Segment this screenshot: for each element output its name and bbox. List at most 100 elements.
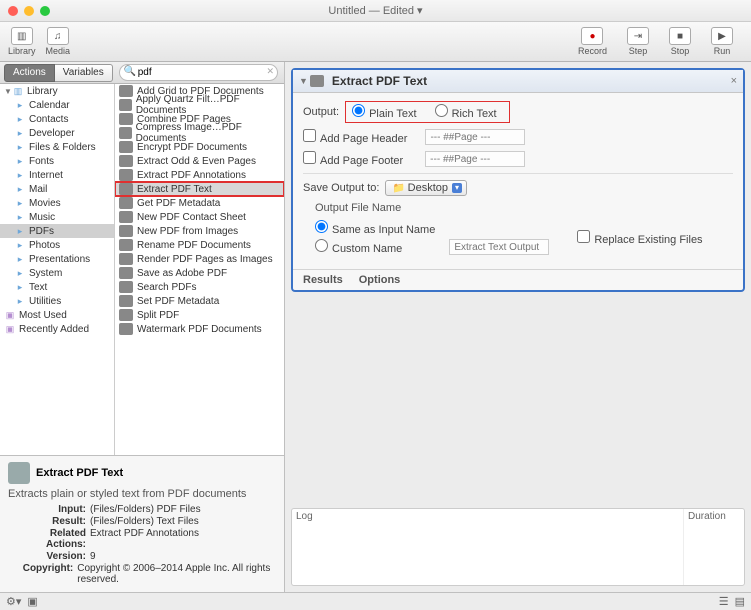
same-name-radio[interactable]: Same as Input Name (315, 220, 435, 236)
sidebar-item-utilities[interactable]: ▸Utilities (0, 294, 114, 308)
sidebar-item-movies[interactable]: ▸Movies (0, 196, 114, 210)
action-icon (119, 225, 133, 237)
clear-search-icon[interactable]: ✕ (266, 66, 274, 77)
header-text-input[interactable] (425, 129, 525, 145)
actions-list[interactable]: Add Grid to PDF DocumentsApply Quartz Fi… (115, 84, 284, 455)
add-footer-checkbox[interactable]: Add Page Footer (303, 151, 403, 167)
sidebar-item-mail[interactable]: ▸Mail (0, 182, 114, 196)
output-label: Output: (303, 106, 339, 118)
action-item[interactable]: Get PDF Metadata (115, 196, 284, 210)
info-meta-key: Version: (8, 551, 86, 562)
duration-column-header: Duration (684, 509, 744, 585)
action-item[interactable]: Save as Adobe PDF (115, 266, 284, 280)
view-toggle-icon[interactable]: ▣ (27, 595, 37, 608)
options-tab[interactable]: Options (359, 274, 401, 286)
action-icon (119, 99, 132, 111)
action-item[interactable]: Rename PDF Documents (115, 238, 284, 252)
sidebar-item-contacts[interactable]: ▸Contacts (0, 112, 114, 126)
action-item[interactable]: Split PDF (115, 308, 284, 322)
action-info-title: Extract PDF Text (36, 467, 123, 479)
info-meta-key: Input: (8, 504, 86, 515)
sidebar-item-developer[interactable]: ▸Developer (0, 126, 114, 140)
card-title: Extract PDF Text (332, 74, 427, 88)
sidebar-library-root[interactable]: ▼▥Library (0, 84, 114, 98)
action-icon (119, 253, 133, 265)
titlebar: Untitled — Edited ▾ (0, 0, 751, 22)
action-icon (119, 239, 133, 251)
search-field[interactable]: 🔍 ✕ (119, 64, 278, 81)
action-item[interactable]: Watermark PDF Documents (115, 322, 284, 336)
sidebar-item-internet[interactable]: ▸Internet (0, 168, 114, 182)
replace-existing-checkbox[interactable]: Replace Existing Files (577, 230, 702, 246)
sidebar-item-system[interactable]: ▸System (0, 266, 114, 280)
action-icon (119, 141, 133, 153)
action-item[interactable]: Compress Image…PDF Documents (115, 126, 284, 140)
custom-name-radio[interactable]: Custom Name (315, 239, 435, 255)
action-icon (119, 295, 133, 307)
sidebar-item-fonts[interactable]: ▸Fonts (0, 154, 114, 168)
output-highlight: Plain Text Rich Text (345, 101, 510, 123)
list-view-icon[interactable]: ☰ (719, 595, 729, 608)
action-item[interactable]: Search PDFs (115, 280, 284, 294)
info-meta-key: Related Actions: (8, 528, 86, 550)
sidebar-item-most-used[interactable]: ▣Most Used (0, 308, 114, 322)
sidebar-item-text[interactable]: ▸Text (0, 280, 114, 294)
gear-menu-icon[interactable]: ⚙▾ (6, 595, 21, 608)
library-button[interactable]: ▥ Library (8, 27, 36, 56)
search-input[interactable] (119, 64, 278, 81)
disclosure-icon[interactable]: ▼ (299, 76, 308, 86)
tab-actions[interactable]: Actions (4, 64, 55, 82)
action-item[interactable]: Render PDF Pages as Images (115, 252, 284, 266)
action-item[interactable]: Extract PDF Text (115, 182, 284, 196)
add-header-checkbox[interactable]: Add Page Header (303, 129, 407, 145)
library-sidebar[interactable]: ▼▥Library▸Calendar▸Contacts▸Developer▸Fi… (0, 84, 115, 455)
action-item[interactable]: Set PDF Metadata (115, 294, 284, 308)
output-rich-radio[interactable]: Rich Text (435, 104, 497, 120)
action-icon (119, 127, 132, 139)
custom-name-input[interactable] (449, 239, 549, 255)
sidebar-item-pdfs[interactable]: ▸PDFs (0, 224, 114, 238)
log-table[interactable]: Log Duration (291, 508, 745, 586)
statusbar: ⚙▾ ▣ ☰ ▤ (0, 592, 751, 610)
action-info-icon (8, 462, 30, 484)
output-filename-label: Output File Name (315, 202, 401, 214)
results-tab[interactable]: Results (303, 274, 343, 286)
output-plain-radio[interactable]: Plain Text (352, 104, 417, 120)
search-icon: 🔍 (124, 66, 136, 77)
action-item[interactable]: Extract PDF Annotations (115, 168, 284, 182)
action-icon (119, 169, 133, 181)
action-icon (119, 113, 133, 125)
step-button[interactable]: ⇥ Step (627, 27, 649, 56)
action-item[interactable]: Apply Quartz Filt…PDF Documents (115, 98, 284, 112)
action-info-pane: Extract PDF Text Extracts plain or style… (0, 455, 284, 592)
action-icon (119, 85, 133, 97)
stop-button[interactable]: ■ Stop (669, 27, 691, 56)
sidebar-item-calendar[interactable]: ▸Calendar (0, 98, 114, 112)
tab-variables[interactable]: Variables (55, 64, 113, 82)
action-item[interactable]: Extract Odd & Even Pages (115, 154, 284, 168)
card-close-icon[interactable]: × (731, 75, 737, 87)
action-icon (119, 267, 133, 279)
log-column-header: Log (292, 509, 684, 585)
sidebar-item-music[interactable]: ▸Music (0, 210, 114, 224)
action-icon (119, 281, 133, 293)
action-item[interactable]: New PDF Contact Sheet (115, 210, 284, 224)
media-button[interactable]: ♫ Media (46, 27, 71, 56)
flow-view-icon[interactable]: ▤ (735, 595, 745, 608)
sidebar-item-presentations[interactable]: ▸Presentations (0, 252, 114, 266)
record-button[interactable]: ● Record (578, 27, 607, 56)
action-item[interactable]: New PDF from Images (115, 224, 284, 238)
sidebar-item-files-folders[interactable]: ▸Files & Folders (0, 140, 114, 154)
run-button[interactable]: ▶ Run (711, 27, 733, 56)
sidebar-item-recently-added[interactable]: ▣Recently Added (0, 322, 114, 336)
info-meta-value: Copyright © 2006–2014 Apple Inc. All rig… (77, 563, 276, 585)
workflow-area[interactable]: ▼ Extract PDF Text × Output: Plain Text … (285, 62, 751, 592)
info-meta-value: 9 (90, 551, 96, 562)
info-meta-value: (Files/Folders) PDF Files (90, 504, 201, 515)
action-icon (119, 323, 133, 335)
save-output-popup[interactable]: 📁 Desktop (385, 180, 467, 196)
window-title: Untitled — Edited ▾ (0, 4, 751, 17)
sidebar-item-photos[interactable]: ▸Photos (0, 238, 114, 252)
workflow-action-card[interactable]: ▼ Extract PDF Text × Output: Plain Text … (291, 68, 745, 292)
footer-text-input[interactable] (425, 151, 525, 167)
